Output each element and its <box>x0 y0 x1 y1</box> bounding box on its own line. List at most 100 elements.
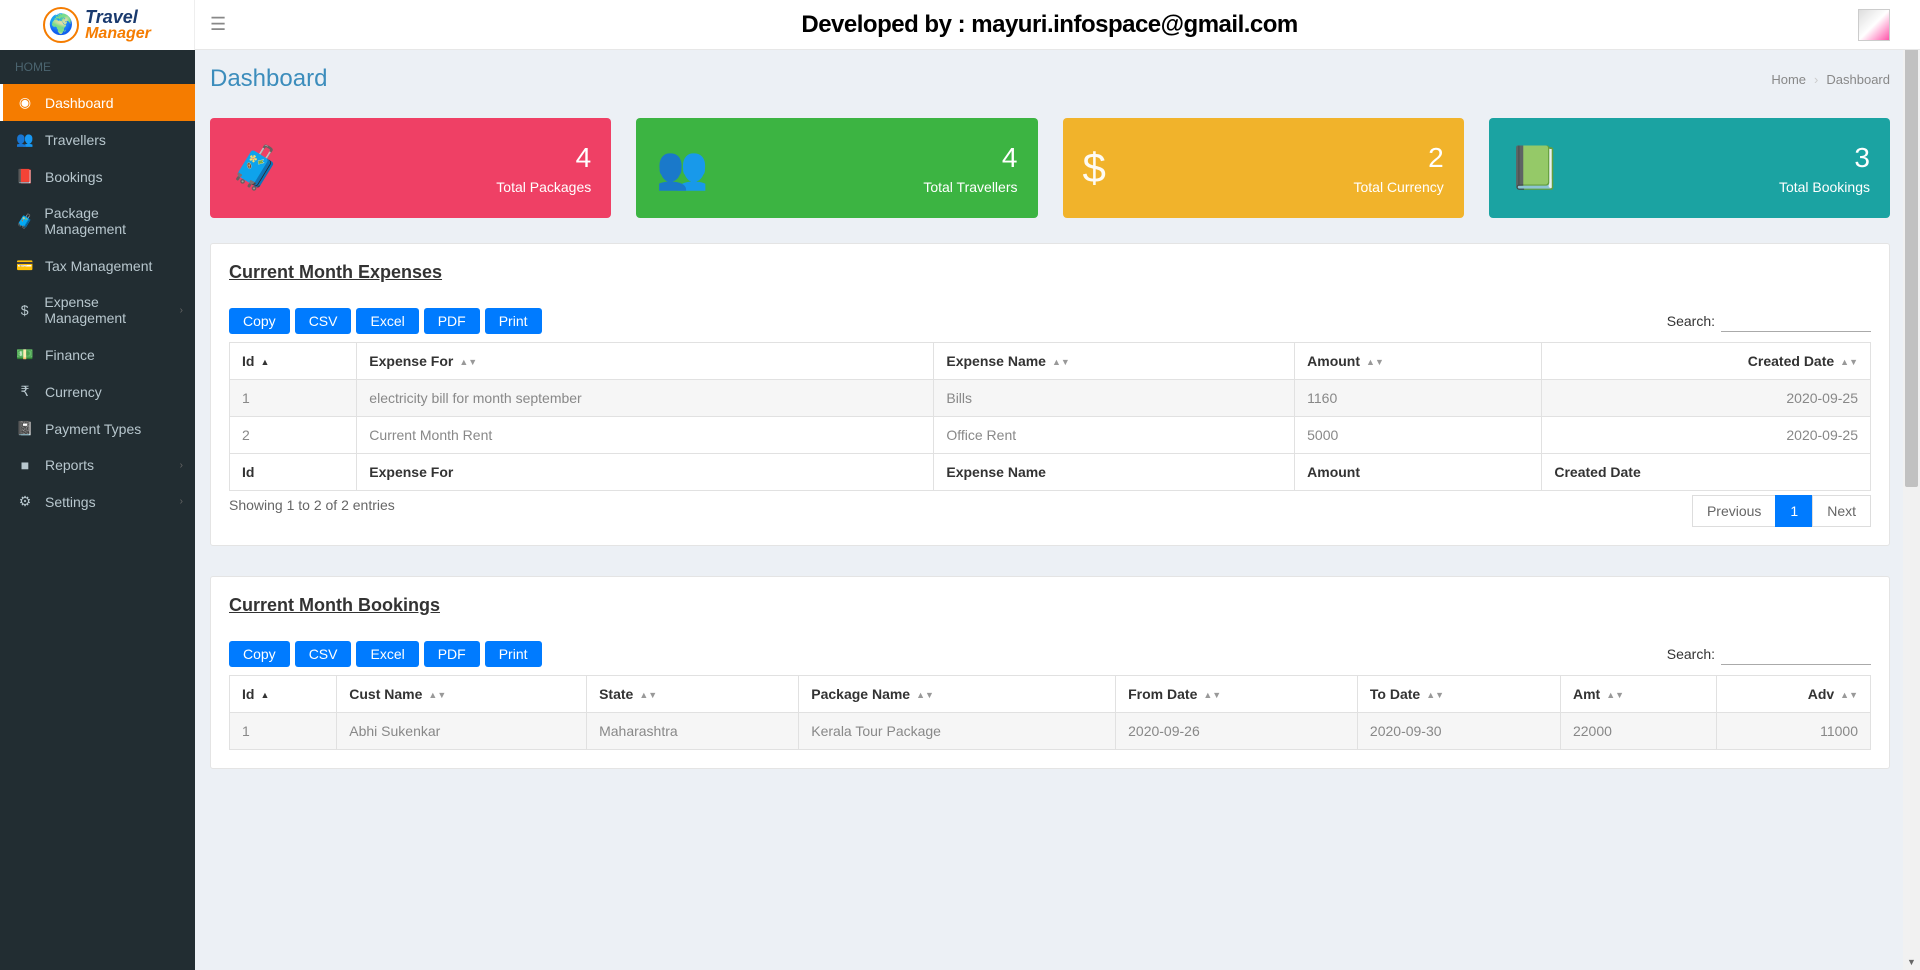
expenses-copy-button[interactable]: Copy <box>229 308 290 334</box>
breadcrumb: Home › Dashboard <box>1771 72 1890 87</box>
table-row: 2Current Month RentOffice Rent50002020-0… <box>230 417 1871 454</box>
expenses-excel-button[interactable]: Excel <box>356 308 418 334</box>
cell-name: Bills <box>934 380 1295 417</box>
chevron-right-icon: › <box>180 305 183 316</box>
stat-box-total-travellers[interactable]: 👥4Total Travellers <box>636 118 1037 218</box>
sidebar-section-header: HOME <box>0 50 195 84</box>
sidebar-item-finance[interactable]: 💵Finance <box>0 336 195 373</box>
cell-id: 1 <box>230 380 357 417</box>
sidebar-item-tax-management[interactable]: 💳 Tax Management <box>0 247 195 284</box>
bookings-title: Current Month Bookings <box>229 595 1871 616</box>
sort-both-icon: ▲▼ <box>1606 690 1624 700</box>
bookings-print-button[interactable]: Print <box>485 641 542 667</box>
sidebar-item-label: Dashboard <box>45 95 114 111</box>
finance-icon: 💵 <box>15 346 35 363</box>
top-header: Travel Manager ☰ Developed by : mayuri.i… <box>0 0 1920 50</box>
travellers-icon: 👥 <box>15 131 35 148</box>
stat-box-total-bookings[interactable]: 📗3Total Bookings <box>1489 118 1890 218</box>
breadcrumb-item[interactable]: Home <box>1771 72 1806 87</box>
page-title: Dashboard <box>210 65 327 93</box>
bookings-col-header[interactable]: Amt▲▼ <box>1560 676 1716 713</box>
sidebar-item-label: Tax Management <box>45 258 152 274</box>
user-avatar[interactable] <box>1858 9 1890 41</box>
bookings-col-header[interactable]: From Date▲▼ <box>1116 676 1358 713</box>
bookings-icon: 📕 <box>15 168 35 185</box>
sidebar: HOME ◉Dashboard👥Travellers 📕 Bookings 🧳Pack… <box>0 50 195 970</box>
suitcase-icon: 🧳 <box>230 144 282 193</box>
stat-box-total-currency[interactable]: $2Total Currency <box>1063 118 1464 218</box>
package-icon: 🧳 <box>15 213 34 230</box>
pagination-previous[interactable]: Previous <box>1692 495 1776 527</box>
chevron-right-icon: › <box>180 496 183 507</box>
expenses-footer-cell: Amount <box>1295 454 1542 491</box>
scrollbar-thumb[interactable] <box>1905 2 1918 487</box>
bookings-stat-icon: 📗 <box>1509 144 1561 193</box>
expenses-title: Current Month Expenses <box>229 262 1871 283</box>
cell-to: 2020-09-30 <box>1357 713 1560 750</box>
sidebar-item-label: Settings <box>45 494 96 510</box>
scrollbar[interactable]: ▼ <box>1903 0 1920 970</box>
stat-box-total-packages[interactable]: 🧳4Total Packages <box>210 118 611 218</box>
cell-for: Current Month Rent <box>357 417 934 454</box>
bookings-col-header[interactable]: Id▲ <box>230 676 337 713</box>
expenses-col-header[interactable]: Created Date▲▼ <box>1542 343 1871 380</box>
expenses-pdf-button[interactable]: PDF <box>424 308 480 334</box>
content-header: Dashboard Home › Dashboard <box>195 50 1905 103</box>
expense-icon: $ <box>15 302 34 318</box>
sidebar-item-label: Bookings <box>45 169 103 185</box>
developer-credit: Developed by : mayuri.infospace@gmail.co… <box>241 11 1858 39</box>
bookings-col-header[interactable]: Cust Name▲▼ <box>337 676 587 713</box>
expenses-search-label: Search: <box>1667 313 1715 329</box>
bookings-col-header[interactable]: Adv▲▼ <box>1716 676 1870 713</box>
sidebar-item-currency[interactable]: ₹Currency <box>0 373 195 410</box>
expenses-col-header[interactable]: Expense Name▲▼ <box>934 343 1295 380</box>
sidebar-item-payment-types[interactable]: 📓Payment Types <box>0 410 195 447</box>
tax-icon: 💳 <box>15 257 35 274</box>
stat-label: Total Packages <box>496 179 591 195</box>
bookings-copy-button[interactable]: Copy <box>229 641 290 667</box>
expenses-search-input[interactable] <box>1721 310 1871 332</box>
cell-from: 2020-09-26 <box>1116 713 1358 750</box>
expenses-col-header[interactable]: Amount▲▼ <box>1295 343 1542 380</box>
expenses-col-header[interactable]: Expense For▲▼ <box>357 343 934 380</box>
sidebar-item-package-management[interactable]: 🧳Package Management <box>0 195 195 247</box>
expenses-csv-button[interactable]: CSV <box>295 308 352 334</box>
cell-id: 1 <box>230 713 337 750</box>
pagination-1[interactable]: 1 <box>1775 495 1813 527</box>
scrollbar-down-icon[interactable]: ▼ <box>1903 953 1920 970</box>
sidebar-item-bookings[interactable]: 📕 Bookings <box>0 158 195 195</box>
sidebar-item-label: Reports <box>45 457 94 473</box>
sort-both-icon: ▲▼ <box>1366 357 1384 367</box>
users-icon: 👥 <box>656 144 708 193</box>
bookings-col-header[interactable]: State▲▼ <box>587 676 799 713</box>
bookings-search-input[interactable] <box>1721 643 1871 665</box>
sort-asc-icon: ▲ <box>260 690 269 700</box>
cell-id: 2 <box>230 417 357 454</box>
sort-both-icon: ▲▼ <box>1840 357 1858 367</box>
bookings-pdf-button[interactable]: PDF <box>424 641 480 667</box>
sidebar-item-travellers[interactable]: 👥Travellers <box>0 121 195 158</box>
bookings-excel-button[interactable]: Excel <box>356 641 418 667</box>
bookings-table: Id▲Cust Name▲▼State▲▼Package Name▲▼From … <box>229 675 1871 750</box>
expenses-col-header[interactable]: Id▲ <box>230 343 357 380</box>
bookings-col-header[interactable]: To Date▲▼ <box>1357 676 1560 713</box>
sidebar-item-settings[interactable]: ⚙Settings› <box>0 483 195 520</box>
pagination-next[interactable]: Next <box>1812 495 1871 527</box>
sort-asc-icon: ▲ <box>260 357 269 367</box>
sort-both-icon: ▲▼ <box>1426 690 1444 700</box>
breadcrumb-sep: › <box>1814 72 1818 87</box>
sort-both-icon: ▲▼ <box>428 690 446 700</box>
sidebar-item-reports[interactable]: ■Reports› <box>0 447 195 483</box>
cell-amount: 5000 <box>1295 417 1542 454</box>
logo-area[interactable]: Travel Manager <box>0 0 195 50</box>
logo-globe-icon <box>43 7 79 43</box>
bookings-col-header[interactable]: Package Name▲▼ <box>799 676 1116 713</box>
cell-cust: Abhi Sukenkar <box>337 713 587 750</box>
cell-amt: 22000 <box>1560 713 1716 750</box>
hamburger-icon[interactable]: ☰ <box>195 14 241 35</box>
sidebar-item-expense-management[interactable]: $Expense Management› <box>0 284 195 336</box>
sidebar-item-dashboard[interactable]: ◉Dashboard <box>0 84 195 121</box>
breadcrumb-item: Dashboard <box>1826 72 1890 87</box>
expenses-print-button[interactable]: Print <box>485 308 542 334</box>
bookings-csv-button[interactable]: CSV <box>295 641 352 667</box>
